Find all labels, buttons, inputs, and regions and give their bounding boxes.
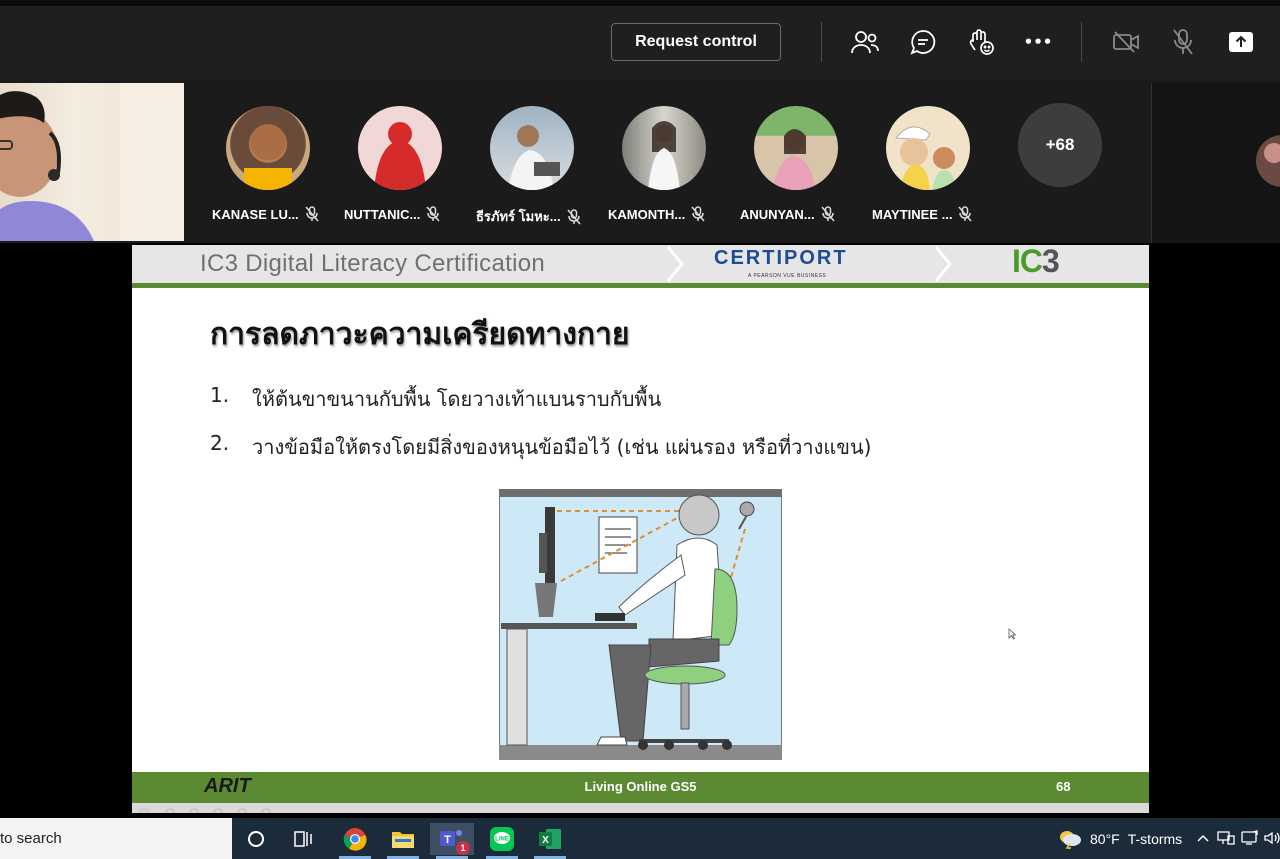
participant-name: ธีรภัทร์ โมหะ... [476,209,561,224]
participant-name-row: ธีรภัทร์ โมหะ... [476,206,596,227]
mic-muted-icon [305,206,319,222]
mic-off-icon[interactable] [1167,26,1199,58]
participant-tile[interactable]: KAMONTH... [604,106,724,222]
participant-tile[interactable]: MAYTINEE ... [868,106,988,222]
weather-widget[interactable]: 80°F T-storms [1058,818,1182,859]
participant-name: KANASE LU... [212,206,299,222]
mic-muted-icon [691,206,705,222]
mic-muted-icon [958,206,973,222]
slide-footer-course: Living Online GS5 [584,779,697,794]
more-participants-button[interactable]: +68 [1018,103,1102,187]
ic3-logo-letters: IC [1012,245,1043,279]
slide-nav-controls-icon[interactable] [132,808,282,813]
ic3-logo-number: 3 [1042,245,1060,279]
mic-muted-icon [426,206,440,222]
avatar [226,106,310,190]
header-chevron-icon [666,246,684,282]
slide-nav-bar [132,803,1149,813]
reactions-icon[interactable] [965,26,997,58]
participant-tile[interactable]: ANUNYAN... [736,106,856,222]
request-control-button[interactable]: Request control [611,23,781,61]
teams-notification-badge: 1 [456,841,470,855]
more-options-icon[interactable]: ••• [1022,26,1054,58]
slide-page-number: 68 [1056,779,1071,794]
self-video[interactable] [0,83,184,241]
participant-tile[interactable]: NUTTANIC... [340,106,460,222]
slide-header: IC3 Digital Literacy Certification CERTI… [132,245,1149,283]
meeting-toolbar: Request control ••• [0,0,1280,80]
participant-tile[interactable]: KANASE LU... [208,106,328,222]
bullet-text: วางข้อมือให้ตรงโดยมีสิ่งของหนุนข้อมือไว้… [252,435,872,459]
svg-text:X: X [542,835,549,846]
teams-icon[interactable]: T 1 [430,823,474,859]
cortana-icon[interactable] [234,823,278,855]
chat-icon[interactable] [907,26,939,58]
slide-header-title: IC3 Digital Literacy Certification [200,250,545,277]
ergonomic-posture-illustration [499,489,782,760]
participant-name-row: MAYTINEE ... [872,206,992,222]
taskbar-search-input[interactable]: to search [0,818,232,859]
participant-name: ANUNYAN... [740,206,815,222]
participant-name-row: KAMONTH... [608,206,728,222]
search-placeholder: to search [0,830,62,847]
participant-tile[interactable]: ธีรภัทร์ โมหะ... [472,106,592,224]
shared-slide: IC3 Digital Literacy Certification CERTI… [132,245,1149,813]
network-icon[interactable] [1216,828,1236,848]
participant-name-row: KANASE LU... [212,206,332,222]
avatar [358,106,442,190]
camera-off-icon[interactable] [1110,26,1142,58]
svg-text:T: T [444,834,451,846]
weather-temperature: 80°F [1090,830,1120,847]
toolbar-divider [1081,22,1082,62]
windows-taskbar: to search T 1 LINE X 80°F T-storms [0,818,1280,859]
svg-text:LINE: LINE [495,837,509,843]
ic3-logo: IC3 [1012,245,1060,280]
slide-header-line [132,283,1149,288]
slide-heading: การลดภาวะความเครียดทางกาย [210,317,630,352]
avatar [490,106,574,190]
bullet-number: 2. [210,431,230,455]
chevron-up-icon[interactable] [1193,828,1213,848]
bullet-item: 1. ให้ต้นขาขนานกับพื้น โดยวางเท้าแบนราบก… [210,383,661,415]
avatar [886,106,970,190]
slide-footer: ARIT Living Online GS5 68 [132,772,1149,803]
screen-share-tray-icon[interactable] [1240,828,1260,848]
weather-description: T-storms [1127,830,1183,847]
share-screen-icon[interactable] [1225,26,1257,58]
mic-muted-icon [567,208,581,224]
bullet-text: ให้ต้นขาขนานกับพื้น โดยวางเท้าแบนราบกับพ… [252,387,662,411]
certiport-tagline: A PEARSON VUE BUSINESS [748,273,827,279]
header-chevron-icon [934,246,952,282]
participant-name: KAMONTH... [608,206,686,222]
participant-name: NUTTANIC... [344,206,421,222]
avatar [622,106,706,190]
file-explorer-icon[interactable] [381,823,425,859]
participant-video-tile[interactable] [1151,83,1280,243]
chrome-icon[interactable] [333,823,377,859]
thunderstorm-icon [1060,830,1081,849]
task-view-icon[interactable] [282,823,326,855]
line-app-icon[interactable]: LINE [480,823,524,859]
avatar [754,106,838,190]
certiport-logo: CERTIPORT [714,247,848,269]
more-options-label: ••• [1023,33,1053,51]
mouse-cursor-icon [1008,628,1016,640]
participant-name: MAYTINEE ... [872,206,953,222]
bullet-number: 1. [210,383,230,407]
excel-icon[interactable]: X [528,823,572,859]
participant-name-row: ANUNYAN... [740,206,860,222]
mic-muted-icon [821,206,835,222]
participants-icon[interactable] [849,26,881,58]
toolbar-divider [821,22,822,62]
participant-name-row: NUTTANIC... [344,206,464,222]
bullet-item: 2. วางข้อมือให้ตรงโดยมีสิ่งของหนุนข้อมือ… [210,431,871,463]
volume-icon[interactable] [1262,828,1280,848]
